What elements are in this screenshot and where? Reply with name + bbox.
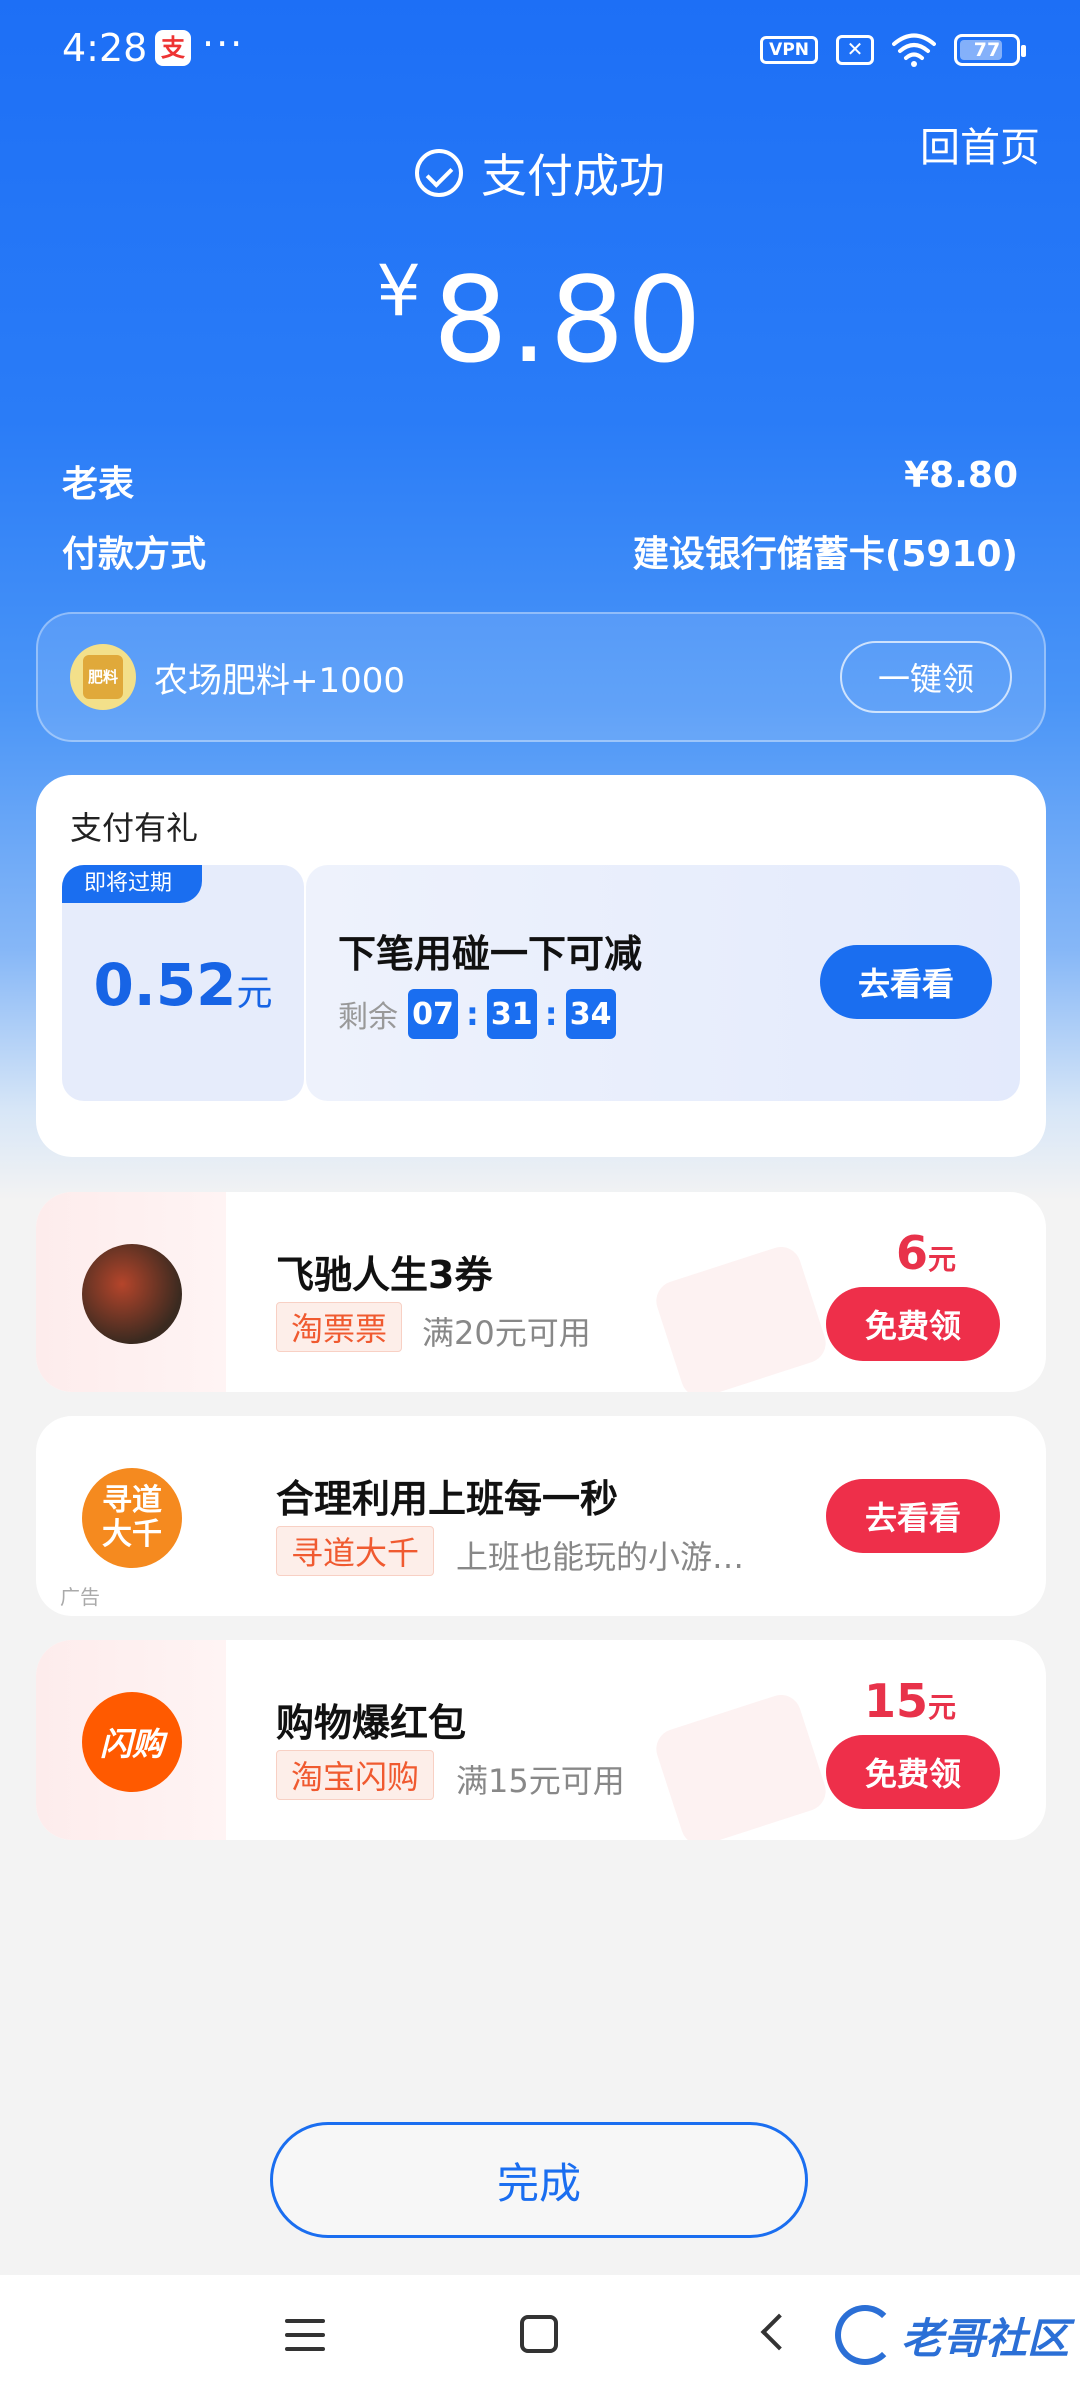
promo-title: 合理利用上班每一秒 bbox=[276, 1477, 619, 1521]
countdown-colon: : bbox=[544, 995, 558, 1033]
dragon-logo-icon bbox=[835, 2305, 895, 2365]
farm-reward-text: 农场肥料+1000 bbox=[154, 660, 406, 701]
promo-subtitle: 上班也能玩的小游… bbox=[456, 1538, 745, 1576]
view-ad-button[interactable]: 去看看 bbox=[826, 1479, 1000, 1553]
payment-method-row: 付款方式 建设银行储蓄卡(5910) bbox=[62, 525, 1018, 577]
wifi-icon bbox=[892, 33, 936, 67]
merchant-label: 老表 bbox=[62, 464, 135, 505]
countdown-timer: 剩余 07 : 31 : 34 bbox=[338, 989, 616, 1039]
farm-reward-bar: 肥料 农场肥料+1000 一键领 bbox=[36, 612, 1046, 742]
promo-tag: 淘宝闪购 bbox=[276, 1750, 435, 1800]
promo-subtitle: 满20元可用 bbox=[422, 1314, 591, 1352]
countdown-seconds: 34 bbox=[565, 989, 616, 1039]
currency-symbol: ¥ bbox=[376, 250, 421, 332]
payment-method-label: 付款方式 bbox=[62, 534, 207, 575]
vpn-icon: VPN bbox=[760, 36, 818, 64]
gift-title: 支付有礼 bbox=[70, 809, 199, 847]
countdown-label: 剩余 bbox=[338, 1000, 398, 1035]
promo-price: 6元 bbox=[895, 1226, 956, 1280]
decorative-coupon-shape bbox=[651, 1241, 831, 1392]
promo-card-movie[interactable]: 飞驰人生3券 淘票票 满20元可用 6元 免费领 bbox=[36, 1192, 1046, 1392]
amount-value: 8.80 bbox=[432, 251, 704, 389]
watermark-logo: 老哥社区 bbox=[835, 2297, 1069, 2373]
battery-icon: 77 bbox=[954, 34, 1026, 66]
battery-level: 77 bbox=[973, 39, 1001, 61]
countdown-colon: : bbox=[466, 995, 479, 1033]
ad-label: 广告 bbox=[60, 1585, 100, 1609]
recent-apps-icon[interactable] bbox=[285, 2319, 325, 2355]
payment-status-text: 支付成功 bbox=[481, 149, 665, 203]
watermark-text: 老哥社区 bbox=[901, 2313, 1070, 2363]
check-circle-icon bbox=[415, 149, 463, 197]
coupon-amount: 0.52 bbox=[93, 951, 237, 1019]
promo-card-flash-buy[interactable]: 闪购 购物爆红包 淘宝闪购 满15元可用 15元 免费领 bbox=[36, 1640, 1046, 1840]
promo-tag: 淘票票 bbox=[276, 1302, 403, 1352]
countdown-minutes: 31 bbox=[486, 989, 537, 1039]
payment-status: 支付成功 bbox=[0, 140, 1080, 206]
status-bar: 4:28 支 ··· VPN ✕ 77 bbox=[0, 0, 1080, 100]
fertilizer-icon: 肥料 bbox=[70, 644, 136, 710]
status-time: 4:28 bbox=[62, 26, 148, 70]
payment-amount: ¥8.80 bbox=[0, 250, 1080, 389]
payment-gift-card: 支付有礼 即将过期 0.52元 下笔用碰一下可减 剩余 07 : 31 : 34… bbox=[36, 775, 1046, 1157]
coupon-detail: 下笔用碰一下可减 剩余 07 : 31 : 34 去看看 bbox=[306, 865, 1020, 1101]
free-claim-button[interactable]: 免费领 bbox=[826, 1735, 1000, 1809]
merchant-amount: ¥8.80 bbox=[904, 455, 1018, 496]
view-coupon-button[interactable]: 去看看 bbox=[820, 945, 992, 1019]
system-nav-bar: 老哥社区 bbox=[0, 2275, 1080, 2400]
game-logo-icon: 寻道 大千 bbox=[82, 1468, 182, 1568]
no-sim-icon: ✕ bbox=[836, 35, 874, 65]
status-indicators: VPN ✕ 77 bbox=[760, 30, 1026, 70]
promo-subtitle: 满15元可用 bbox=[456, 1762, 625, 1800]
promo-card-game-ad[interactable]: 寻道 大千 广告 合理利用上班每一秒 寻道大千 上班也能玩的小游… 去看看 bbox=[36, 1416, 1046, 1616]
done-button[interactable]: 完成 bbox=[270, 2122, 808, 2238]
coupon-value-box: 即将过期 0.52元 bbox=[62, 865, 304, 1101]
expiring-badge: 即将过期 bbox=[62, 865, 203, 903]
alipay-notification-icon: 支 bbox=[155, 30, 191, 66]
merchant-row: 老表 ¥8.80 bbox=[62, 455, 1018, 507]
coupon-unit: 元 bbox=[236, 973, 273, 1014]
countdown-hours: 07 bbox=[408, 989, 458, 1039]
promo-title: 购物爆红包 bbox=[276, 1701, 467, 1745]
promo-title: 飞驰人生3券 bbox=[276, 1253, 493, 1297]
decorative-coupon-shape bbox=[651, 1689, 831, 1840]
claim-all-button[interactable]: 一键领 bbox=[840, 641, 1012, 713]
promo-tag: 寻道大千 bbox=[276, 1526, 435, 1576]
back-icon[interactable] bbox=[760, 2313, 798, 2351]
payment-method-value: 建设银行储蓄卡(5910) bbox=[632, 534, 1018, 575]
home-icon[interactable] bbox=[520, 2315, 558, 2353]
promo-price: 15元 bbox=[863, 1674, 956, 1728]
movie-poster-icon bbox=[82, 1244, 182, 1344]
coupon-value: 0.52元 bbox=[62, 951, 304, 1019]
coupon-description: 下笔用碰一下可减 bbox=[338, 932, 643, 976]
flash-buy-logo-icon: 闪购 bbox=[82, 1692, 182, 1792]
free-claim-button[interactable]: 免费领 bbox=[826, 1287, 1000, 1361]
more-notifications-icon: ··· bbox=[202, 22, 245, 66]
